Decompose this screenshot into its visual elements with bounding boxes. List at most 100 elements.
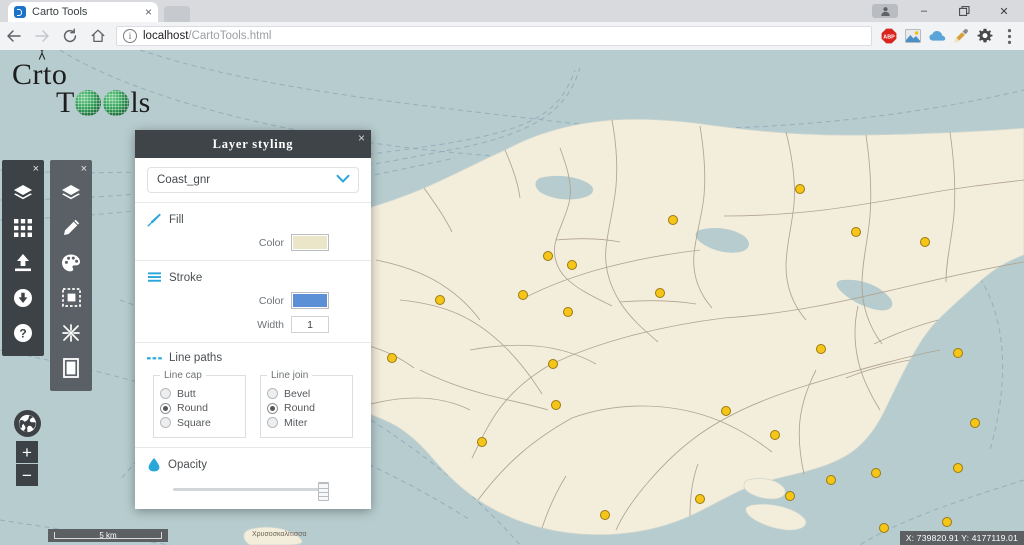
primary-toolbar-close[interactable]: × [33,160,44,175]
window-minimize-button[interactable]: – [904,0,944,22]
toolbar-grid-button[interactable] [2,210,44,245]
url-path: /CartoTools.html [188,30,272,42]
stroke-color-swatch[interactable] [291,292,329,309]
line-join-miter-label: Miter [284,416,308,429]
chrome-menu-icon[interactable] [998,25,1020,47]
logo-line-1: Crto [8,47,67,92]
zoom-in-button[interactable]: + [16,441,38,463]
line-paths-section: Line paths Line cap Butt Round Square Li… [135,343,371,448]
line-join-option-bevel[interactable]: Bevel [267,388,346,400]
line-cap-option-round[interactable]: Round [160,402,239,414]
adblock-plus-icon[interactable]: ABP [878,25,900,47]
opacity-thumb[interactable] [318,482,329,501]
logo-line-2: Tls [56,86,151,119]
scale-bar-label: 5 km [99,531,117,540]
radio-butt[interactable] [160,388,171,399]
person-glyph [880,6,890,16]
lines-icon [148,272,161,282]
browser-tab[interactable]: Carto Tools × [8,2,158,22]
home-button[interactable] [84,22,112,50]
style-selection-button[interactable] [50,280,92,315]
panel-close-button[interactable]: × [358,132,365,144]
stroke-heading: Stroke [147,270,359,285]
selection-icon [61,288,81,307]
zoom-out-button[interactable]: − [16,464,38,486]
stroke-width-label: Width [257,318,284,331]
cloud-icon[interactable] [926,25,948,47]
toolbar-upload-button[interactable] [2,245,44,280]
radio-miter[interactable] [267,417,278,428]
chevron-down-icon[interactable] [336,174,350,184]
tab-favicon-icon [14,6,26,18]
back-arrow-icon [7,30,21,42]
tab-close-icon[interactable]: × [145,6,152,18]
adblock-glyph: ABP [881,28,897,44]
style-palette-button[interactable] [50,245,92,280]
stroke-width-row: Width 1 [147,316,359,333]
split-icon [62,323,80,342]
secondary-toolbar-close[interactable]: × [81,160,92,175]
new-tab-button[interactable] [164,6,190,22]
eyedropper-icon[interactable] [950,25,972,47]
gear-glyph [977,28,993,43]
line-cap-option-butt[interactable]: Butt [160,388,239,400]
window-controls: – ✕ [872,0,1024,22]
line-join-fieldset: Line join Bevel Round Miter [260,370,353,438]
tab-title: Carto Tools [32,6,88,18]
panel-header[interactable]: Layer styling × [135,130,371,158]
line-join-legend: Line join [271,370,309,381]
stroke-color-chip [293,294,327,307]
fill-color-label: Color [258,236,284,249]
scale-bar: 5 km [48,529,168,542]
globe-glyph-2 [103,90,130,116]
back-button[interactable] [0,22,28,50]
line-cap-round-label: Round [177,402,208,414]
reload-button[interactable] [56,22,84,50]
fill-color-swatch[interactable] [291,234,329,251]
browser-chrome: Carto Tools × – ✕ i localhost/CartoTools… [0,0,1024,50]
radio-round[interactable] [160,402,171,414]
address-bar[interactable]: i localhost/CartoTools.html [116,26,872,46]
tab-strip: Carto Tools × – ✕ [0,0,1024,22]
line-cap-legend: Line cap [164,370,202,381]
style-pencil-button[interactable] [50,210,92,245]
url-host: localhost [143,30,189,42]
profile-icon[interactable] [872,4,898,18]
toolbar-help-button[interactable]: ? [2,315,44,350]
window-maximize-button[interactable] [944,0,984,22]
forward-button [28,22,56,50]
line-cap-option-square[interactable]: Square [160,417,239,429]
line-join-option-miter[interactable]: Miter [267,417,346,429]
line-paths-heading: Line paths [147,352,359,364]
toolbar-download-button[interactable] [2,280,44,315]
radio-join-round[interactable] [267,402,278,414]
line-join-bevel-label: Bevel [284,387,311,400]
opacity-slider[interactable] [147,482,359,501]
extension-icons: ABP [878,25,1024,47]
globe-button[interactable] [14,410,41,437]
svg-text:ABP: ABP [883,34,895,40]
fill-color-row: Color [147,234,359,251]
line-join-option-round[interactable]: Round [267,402,346,414]
settings-gear-icon[interactable] [974,25,996,47]
forward-arrow-icon [35,30,49,42]
screenshot-icon[interactable] [902,25,924,47]
line-cap-butt-label: Butt [177,387,196,400]
layer-select[interactable]: Coast_gnr [147,167,359,193]
kebab-glyph [1007,28,1011,44]
toolbar-layers-button[interactable] [2,175,44,210]
style-page-button[interactable] [50,350,92,385]
stroke-width-input[interactable]: 1 [291,316,329,333]
stroke-section: Stroke Color Width 1 [135,261,371,343]
droplet-icon [148,458,160,472]
grid-icon [14,218,32,237]
style-layers-button[interactable] [50,175,92,210]
radio-square[interactable] [160,417,171,428]
opacity-track[interactable] [173,487,327,491]
window-close-button[interactable]: ✕ [984,0,1024,22]
style-split-button[interactable] [50,315,92,350]
page-info-icon[interactable]: i [123,29,137,43]
opacity-label: Opacity [168,458,207,471]
address-bar-url: localhost/CartoTools.html [143,30,271,42]
radio-bevel[interactable] [267,388,278,399]
